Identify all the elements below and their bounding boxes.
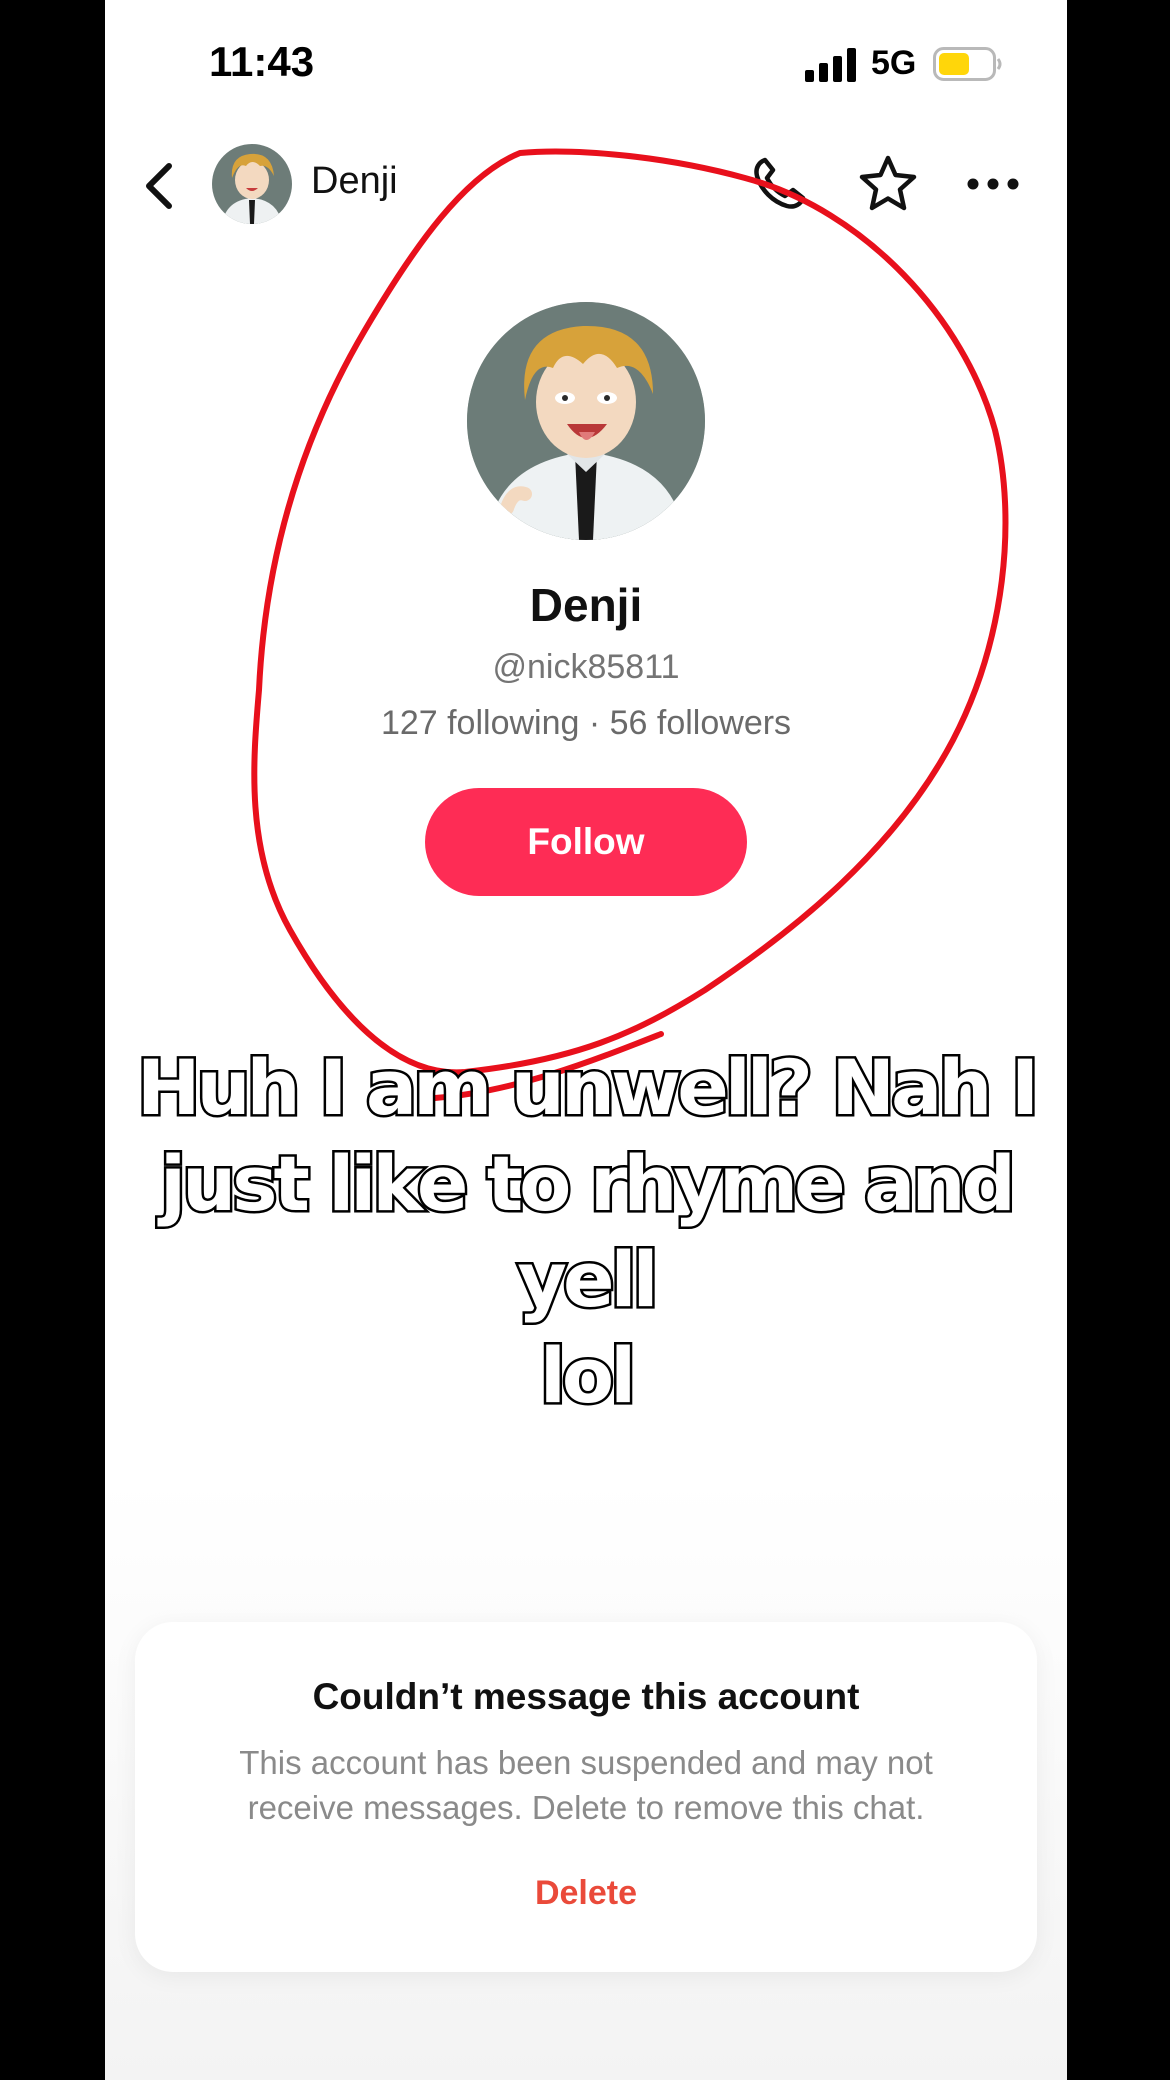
caption-line: Huh I am unwell? Nah I: [134, 1041, 1041, 1135]
star-icon[interactable]: [857, 154, 919, 214]
caption-line: just like to rhyme and yell: [158, 1137, 1019, 1327]
back-icon[interactable]: [139, 160, 183, 212]
phone-screen: 11:43 5G Denji Denji @nick85811 127 foll…: [105, 0, 1067, 2080]
suspended-account-notice: Couldn’t message this account This accou…: [135, 1622, 1037, 1972]
phone-call-icon[interactable]: [751, 156, 807, 212]
network-label: 5G: [871, 44, 917, 82]
more-options-icon[interactable]: [967, 176, 1019, 192]
follow-button[interactable]: Follow: [425, 788, 747, 896]
notice-body: This account has been suspended and may …: [239, 1744, 933, 1826]
battery-icon: [933, 47, 1002, 81]
video-caption: Huh I am unwell? Nah I just like to rhym…: [105, 1040, 1067, 1424]
delete-chat-button[interactable]: Delete: [135, 1874, 1037, 1913]
status-time: 11:43: [209, 38, 315, 85]
profile-stats: 127 following · 56 followers: [380, 704, 792, 742]
header-avatar[interactable]: [212, 144, 292, 224]
profile-avatar[interactable]: [467, 302, 705, 540]
notice-title: Couldn’t message this account: [312, 1676, 860, 1717]
caption-line: lol: [537, 1329, 638, 1423]
profile-username: @nick85811: [492, 648, 680, 686]
profile-display-name: Denji: [529, 579, 643, 631]
header-name[interactable]: Denji: [311, 160, 398, 203]
signal-icon: [805, 48, 856, 82]
